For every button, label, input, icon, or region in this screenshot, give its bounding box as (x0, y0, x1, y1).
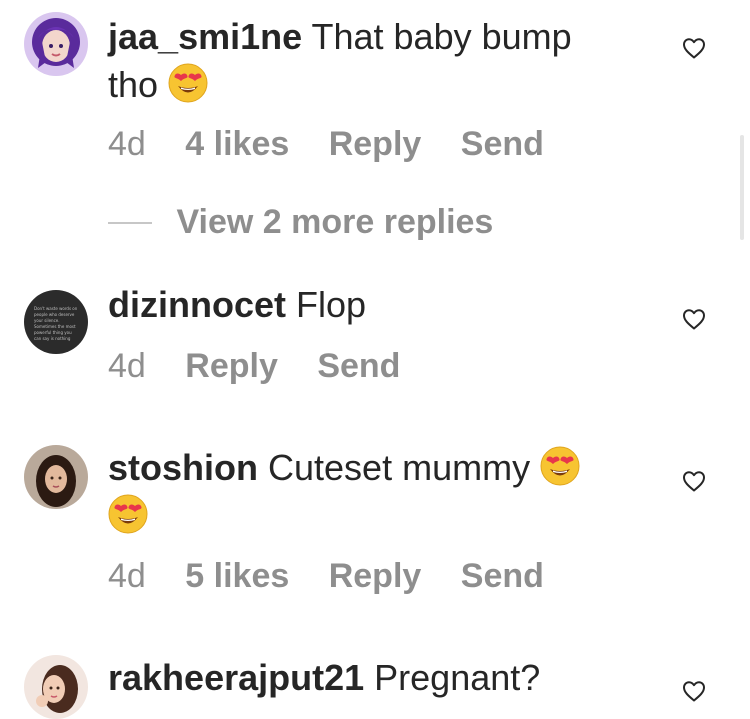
avatar[interactable]: Don't waste words on people who deserve … (24, 290, 88, 354)
comment-username[interactable]: dizinnocet (108, 284, 286, 325)
heart-icon[interactable] (682, 680, 706, 702)
heart-icon[interactable] (682, 470, 706, 492)
send-button[interactable]: Send (317, 346, 400, 386)
reply-button[interactable]: Reply (185, 346, 278, 386)
comment-text: rakheerajput21 Pregnant? (108, 654, 628, 702)
comment-meta: 4d 5 likes Reply Send (108, 556, 574, 596)
svg-text:powerful thing you: powerful thing you (34, 330, 72, 335)
comment-age: 4d (108, 557, 146, 595)
comment-age: 4d (108, 125, 146, 163)
avatar[interactable] (24, 445, 88, 509)
comment-text: dizinnocet Flop (108, 281, 628, 329)
view-more-replies-button[interactable]: View 2 more replies (108, 203, 493, 243)
svg-text:your silence.: your silence. (34, 318, 60, 323)
likes-count[interactable]: 4 likes (185, 124, 289, 164)
likes-count[interactable]: 5 likes (185, 556, 289, 596)
comment-age: 4d (108, 347, 146, 385)
avatar[interactable] (24, 655, 88, 719)
heart-eyes-emoji-icon (108, 494, 148, 534)
svg-text:can say is nothing: can say is nothing (34, 336, 71, 341)
heart-icon[interactable] (682, 37, 706, 59)
comment-text: stoshion Cuteset mummy (108, 444, 628, 540)
scrollbar[interactable] (740, 135, 744, 240)
reply-button[interactable]: Reply (329, 556, 422, 596)
comment-text: jaa_smi1ne That baby bump tho (108, 13, 628, 109)
svg-text:people who deserve: people who deserve (34, 312, 75, 317)
svg-text:Don't waste words on: Don't waste words on (34, 306, 78, 311)
avatar[interactable] (24, 12, 88, 76)
send-button[interactable]: Send (461, 556, 544, 596)
comment-body: Cuteset mummy (268, 447, 531, 488)
reply-button[interactable]: Reply (329, 124, 422, 164)
comment-body: Pregnant? (374, 657, 541, 698)
comment-meta: 4d Reply Send (108, 346, 430, 386)
view-replies-label: View 2 more replies (176, 203, 494, 241)
heart-eyes-emoji-icon (168, 63, 208, 103)
comment-body: Flop (296, 284, 367, 325)
comment-username[interactable]: stoshion (108, 447, 258, 488)
heart-icon[interactable] (682, 308, 706, 330)
comment-username[interactable]: jaa_smi1ne (108, 16, 302, 57)
heart-eyes-emoji-icon (540, 446, 580, 486)
send-button[interactable]: Send (461, 124, 544, 164)
comment-username[interactable]: rakheerajput21 (108, 657, 364, 698)
comment-meta: 4d 4 likes Reply Send (108, 124, 574, 164)
divider (108, 221, 152, 224)
svg-text:Sometimes the most: Sometimes the most (34, 324, 76, 329)
